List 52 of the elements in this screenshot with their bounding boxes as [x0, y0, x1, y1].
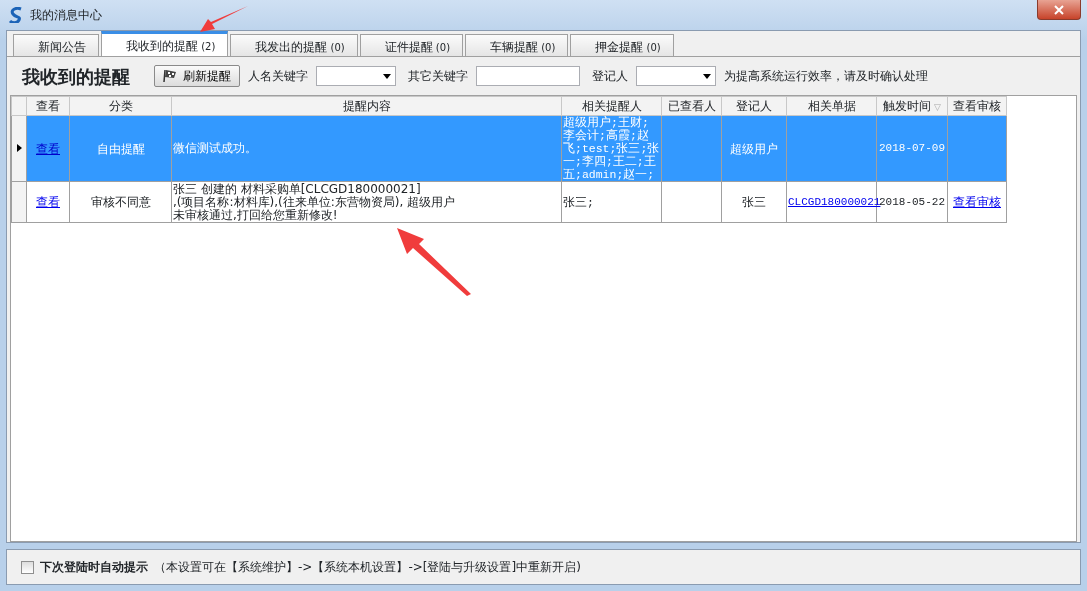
- table-cell-text: ,(项目名称:材料库),(往来单位:东营物资局), 超级用户: [173, 195, 457, 209]
- dropdown[interactable]: [316, 66, 396, 86]
- column-header[interactable]: 相关单据: [786, 96, 877, 116]
- dropdown-caret-icon: [383, 73, 391, 79]
- table-cell: 审核不同意: [90, 195, 151, 209]
- app-logo-icon: [8, 7, 24, 23]
- link[interactable]: CLCGD180000021: [788, 195, 881, 208]
- field-label: 其它关键字: [408, 68, 468, 85]
- column-header[interactable]: 相关提醒人: [561, 96, 662, 116]
- column-header[interactable]: 已查看人: [661, 96, 722, 116]
- panel-heading: 我收到的提醒: [22, 64, 130, 89]
- table-cell: 张三;: [563, 195, 594, 209]
- table-cell: 超级用户;王财;李会计;高霞;赵飞;test;张三;张一;李四;王二;王五;admin;赵一;: [563, 116, 660, 181]
- column-header[interactable]: 提醒内容: [171, 96, 562, 116]
- table-row[interactable]: 查看 自由提醒 微信测试成功。 超级用户;王财;李会计;高霞;赵飞;test;张三;张一;李四;王二;王五;admin;赵一; 超级用户 2018-07-09: [11, 115, 1007, 182]
- field-label: 人名关键字: [248, 68, 308, 85]
- text-field[interactable]: [476, 66, 580, 86]
- close-icon: [1054, 4, 1064, 15]
- dropdown[interactable]: [636, 66, 716, 86]
- row-pointer-icon: [16, 144, 22, 153]
- field-label: 登记人: [592, 68, 628, 85]
- close-button[interactable]: [1037, 0, 1081, 20]
- window-title: 我的消息中心: [30, 7, 102, 24]
- column-header[interactable]: 查看: [26, 96, 70, 116]
- table-cell-text: 微信测试成功。: [173, 142, 258, 155]
- tab[interactable]: 押金提醒 (0): [570, 34, 674, 56]
- table-cell: 自由提醒: [96, 141, 145, 156]
- table-cell-text: 未审核通过,打回给您重新修改!: [173, 208, 338, 222]
- settings-note: （本设置可在【系统维护】->【系统本机设置】->[登陆与升级设置]中重新开启): [154, 559, 581, 576]
- flag-icon: [163, 69, 179, 83]
- tab[interactable]: 车辆提醒 (0): [465, 34, 569, 56]
- tab[interactable]: 证件提醒 (0): [359, 34, 464, 56]
- tab[interactable]: 新闻公告: [13, 34, 99, 56]
- link[interactable]: 查看: [36, 141, 60, 156]
- table-row[interactable]: 查看 审核不同意 张三 创建的 材料采购单[CLCGD180000021] ,(项目名称:材料库),(往来单位:东营物资局), 超级用户 未审核通过,打回给您重新修改! 张三; 张三 CLCGD1800000212018-05-22 查看审核: [11, 181, 1007, 223]
- refresh-button[interactable]: 刷新提醒: [154, 65, 240, 87]
- column-header[interactable]: 触发时间 ▽: [876, 96, 948, 116]
- table-cell: 2018-05-22: [879, 195, 945, 208]
- column-header[interactable]: 分类: [69, 96, 172, 116]
- tab[interactable]: 我发出的提醒 (0): [230, 34, 358, 56]
- hint-text: 为提高系统运行效率，请及时确认处理: [724, 68, 928, 85]
- table-cell: 超级用户: [730, 141, 778, 156]
- table-cell: 2018-07-09: [879, 142, 945, 155]
- column-header[interactable]: 查看审核: [947, 96, 1007, 116]
- tab[interactable]: 我收到的提醒 (2): [101, 31, 229, 56]
- checkbox[interactable]: [21, 560, 34, 574]
- dropdown-caret-icon: [703, 73, 711, 79]
- link[interactable]: 查看: [36, 195, 60, 209]
- column-header[interactable]: 登记人: [721, 96, 787, 116]
- checkbox-label: 下次登陆时自动提示: [40, 559, 148, 576]
- table-cell: 张三: [742, 195, 766, 209]
- table-cell-text: 张三 创建的 材料采购单[CLCGD180000021]: [173, 182, 422, 196]
